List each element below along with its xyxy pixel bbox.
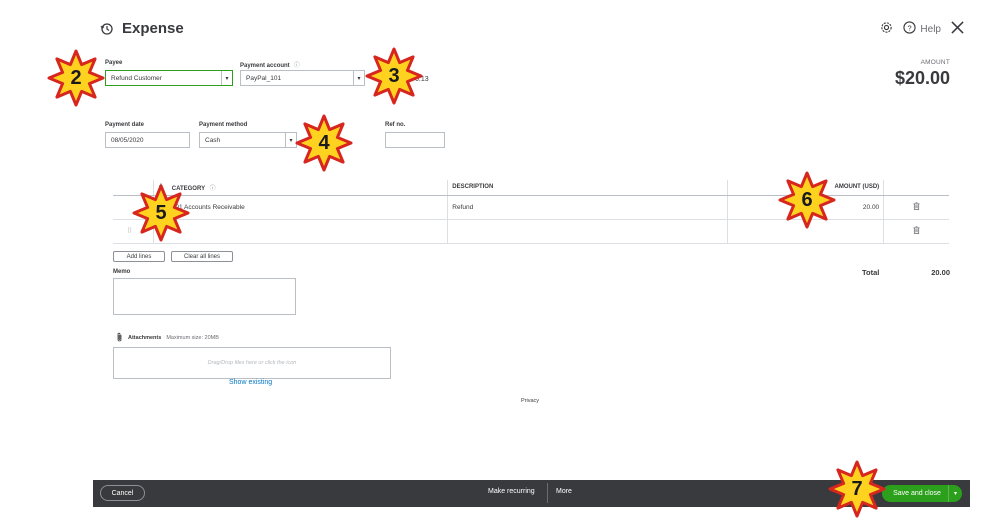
info-icon[interactable]: ⓘ xyxy=(210,186,216,192)
privacy-link[interactable]: Privacy xyxy=(521,398,539,404)
trash-icon[interactable] xyxy=(888,226,945,234)
chevron-down-icon[interactable]: ▾ xyxy=(221,71,232,85)
footer-divider xyxy=(547,483,548,503)
ref-no-label: Ref no. xyxy=(385,122,406,128)
question-circle-icon: ? xyxy=(903,21,917,37)
callout-number: 4 xyxy=(318,131,330,154)
show-existing-link[interactable]: Show existing xyxy=(229,379,272,386)
category-column-header: CATEGORY ⓘ xyxy=(167,180,448,196)
header-actions: ? Help xyxy=(880,21,964,37)
attachments-header: Attachments Maximum size: 20MB xyxy=(116,332,219,344)
add-lines-button[interactable]: Add lines xyxy=(113,251,165,262)
cancel-button[interactable]: Cancel xyxy=(100,485,145,501)
delete-cell xyxy=(883,195,949,220)
payment-date-label: Payment date xyxy=(105,122,145,128)
chevron-down-icon[interactable]: ▾ xyxy=(353,71,364,85)
title-row: Expense xyxy=(100,20,184,37)
description-column-header: DESCRIPTION xyxy=(447,180,728,196)
paperclip-icon xyxy=(116,332,123,344)
callout-badge: 2 xyxy=(47,49,105,107)
amount-label: AMOUNT xyxy=(920,59,950,66)
delete-column-header xyxy=(883,180,949,196)
chevron-down-icon[interactable]: ▾ xyxy=(948,485,962,502)
attachments-dropzone[interactable]: Drag/Drop files here or click the icon xyxy=(113,347,391,379)
description-cell[interactable]: Refund xyxy=(447,195,728,220)
payment-method-value: Cash xyxy=(205,136,221,144)
payment-method-label: Payment method xyxy=(199,122,248,128)
close-icon[interactable] xyxy=(951,21,964,37)
history-icon xyxy=(100,22,114,36)
payment-date-field[interactable]: 08/05/2020 xyxy=(105,132,190,148)
delete-cell xyxy=(883,219,949,244)
callout-badge: 6 xyxy=(778,171,836,229)
payment-account-label: Payment account ⓘ xyxy=(240,60,300,69)
amount-value: $20.00 xyxy=(894,68,950,88)
save-and-close-label: Save and close xyxy=(893,490,941,497)
help-button[interactable]: ? Help xyxy=(903,21,941,37)
category-cell[interactable]: 101 Accounts Receivable xyxy=(167,195,448,220)
callout-number: 3 xyxy=(388,64,400,87)
callout-number: 2 xyxy=(70,66,82,89)
callout-badge: 5 xyxy=(132,184,190,242)
callout-badge: 3 xyxy=(365,47,423,105)
save-and-close-button[interactable]: Save and close ▾ xyxy=(882,485,962,502)
payee-label: Payee xyxy=(105,60,123,66)
payment-date-value: 08/05/2020 xyxy=(111,136,144,144)
payee-select[interactable]: Refund Customer ▾ xyxy=(105,70,233,86)
gear-icon[interactable] xyxy=(880,21,893,37)
callout-number: 7 xyxy=(851,477,863,500)
clear-all-lines-button[interactable]: Clear all lines xyxy=(171,251,233,262)
callout-number: 6 xyxy=(801,188,813,211)
dropzone-hint: Drag/Drop files here or click the icon xyxy=(207,360,297,366)
ref-no-field[interactable] xyxy=(385,132,445,148)
callout-badge: 4 xyxy=(295,114,353,172)
page-title: Expense xyxy=(122,20,184,37)
attachments-max-size: Maximum size: 20MB xyxy=(166,335,219,341)
callout-number: 5 xyxy=(155,201,167,224)
more-link[interactable]: More xyxy=(556,488,572,495)
info-icon[interactable]: ⓘ xyxy=(294,63,300,69)
payment-account-select[interactable]: PayPal_101 ▾ xyxy=(240,70,365,86)
svg-text:?: ? xyxy=(908,23,912,32)
payment-account-value: PayPal_101 xyxy=(246,74,282,82)
payment-method-select[interactable]: Cash ▾ xyxy=(199,132,297,148)
payment-account-label-text: Payment account xyxy=(240,63,290,69)
callout-badge: 7 xyxy=(828,460,886,518)
total-value: 20.00 xyxy=(931,268,950,277)
description-cell[interactable] xyxy=(447,219,728,244)
total-label: Total xyxy=(862,268,880,277)
attachments-label: Attachments xyxy=(128,335,162,341)
category-cell[interactable] xyxy=(167,219,448,244)
make-recurring-link[interactable]: Make recurring xyxy=(488,488,535,495)
payee-value: Refund Customer xyxy=(111,74,162,82)
memo-label: Memo xyxy=(113,269,131,275)
memo-field[interactable] xyxy=(113,278,296,315)
help-label: Help xyxy=(920,23,941,35)
trash-icon[interactable] xyxy=(888,202,945,210)
